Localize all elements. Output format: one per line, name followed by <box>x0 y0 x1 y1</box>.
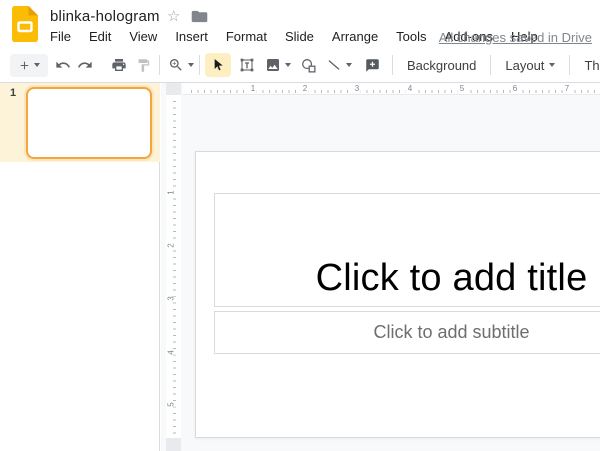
toolbar: Background Layout Theme Transition <box>0 48 600 83</box>
insert-image-button[interactable] <box>262 53 284 77</box>
v-ruler-label: 2 <box>166 243 177 247</box>
print-button[interactable] <box>108 53 130 77</box>
title-placeholder[interactable]: Click to add title <box>214 193 600 307</box>
zoom-caret-icon[interactable] <box>188 63 194 67</box>
toolbar-separator <box>392 55 393 75</box>
menu-tools[interactable]: Tools <box>396 29 426 44</box>
h-ruler-label: 3 <box>353 84 361 94</box>
menu-view[interactable]: View <box>129 29 157 44</box>
insert-comment-button[interactable] <box>361 53 383 77</box>
insert-shape-button[interactable] <box>297 53 319 77</box>
v-ruler-label: 5 <box>166 402 177 406</box>
toolbar-separator <box>199 55 200 75</box>
h-ruler-label: 5 <box>458 84 466 94</box>
ruler-corner <box>166 83 181 95</box>
horizontal-ruler[interactable]: 1 2 3 4 5 6 7 <box>183 83 600 95</box>
v-ruler-label: 1 <box>166 190 177 194</box>
redo-button[interactable] <box>74 53 96 77</box>
h-ruler-label: 1 <box>249 84 257 94</box>
h-ruler-label: 7 <box>563 84 571 94</box>
cursor-icon <box>210 57 226 73</box>
v-ruler-label: 4 <box>166 350 177 354</box>
select-tool-button[interactable] <box>205 53 231 77</box>
ruler-corner-bottom <box>166 438 181 451</box>
comment-icon <box>365 58 380 73</box>
editor-canvas: 1 2 3 4 5 6 7 1 2 3 4 5 Click to add tit… <box>161 83 600 451</box>
image-caret-icon[interactable] <box>285 63 291 67</box>
menu-slide[interactable]: Slide <box>285 29 314 44</box>
paint-format-icon <box>136 58 151 73</box>
document-title[interactable]: blinka-hologram <box>50 8 160 25</box>
text-box-icon <box>239 57 255 73</box>
h-ruler-label: 4 <box>406 84 414 94</box>
layout-label: Layout <box>505 58 544 73</box>
h-ruler-label: 2 <box>301 84 309 94</box>
slide-filmstrip-panel: 1 <box>0 83 160 451</box>
layout-caret-icon <box>549 63 555 67</box>
google-slides-window: blinka-hologram ☆ File Edit View Insert … <box>0 0 600 451</box>
zoom-button[interactable] <box>165 53 187 77</box>
title-placeholder-text: Click to add title <box>316 257 588 300</box>
subtitle-placeholder-text: Click to add subtitle <box>373 322 529 343</box>
zoom-in-icon <box>168 57 184 73</box>
vertical-ruler[interactable]: 1 2 3 4 5 <box>166 95 181 438</box>
toolbar-separator <box>569 55 570 75</box>
toolbar-separator <box>490 55 491 75</box>
theme-button[interactable]: Theme <box>575 53 600 77</box>
undo-icon <box>55 57 71 73</box>
background-button[interactable]: Background <box>398 53 485 77</box>
subtitle-placeholder[interactable]: Click to add subtitle <box>214 311 600 354</box>
h-ruler-label: 6 <box>511 84 519 94</box>
slide-thumbnail[interactable] <box>26 87 152 159</box>
slide-number: 1 <box>10 87 16 99</box>
text-box-button[interactable] <box>236 53 258 77</box>
paint-format-button[interactable] <box>132 53 154 77</box>
shape-icon <box>300 57 317 74</box>
redo-icon <box>77 57 93 73</box>
slide-editing-area[interactable]: Click to add title Click to add subtitle <box>195 151 600 438</box>
new-slide-caret-icon <box>34 63 40 67</box>
menu-format[interactable]: Format <box>226 29 267 44</box>
print-icon <box>111 57 127 73</box>
theme-label: Theme <box>584 58 600 73</box>
menu-edit[interactable]: Edit <box>89 29 111 44</box>
v-ruler-label: 3 <box>166 296 177 300</box>
new-slide-button[interactable] <box>10 54 48 77</box>
undo-button[interactable] <box>52 53 74 77</box>
filmstrip-selected-row[interactable]: 1 <box>0 83 160 162</box>
menu-file[interactable]: File <box>50 29 71 44</box>
menu-arrange[interactable]: Arrange <box>332 29 378 44</box>
slides-logo-icon[interactable] <box>11 6 39 42</box>
layout-button[interactable]: Layout <box>496 53 564 77</box>
folder-icon[interactable] <box>191 9 208 24</box>
save-status-link[interactable]: All changes saved in Drive <box>439 30 592 45</box>
insert-line-button[interactable] <box>323 53 345 77</box>
line-icon <box>326 57 342 73</box>
star-icon[interactable]: ☆ <box>167 7 180 25</box>
header: blinka-hologram ☆ File Edit View Insert … <box>0 0 600 48</box>
toolbar-separator <box>159 55 160 75</box>
background-label: Background <box>407 58 476 73</box>
plus-icon <box>18 59 31 72</box>
image-icon <box>265 57 281 73</box>
menu-insert[interactable]: Insert <box>175 29 208 44</box>
line-caret-icon[interactable] <box>346 63 352 67</box>
